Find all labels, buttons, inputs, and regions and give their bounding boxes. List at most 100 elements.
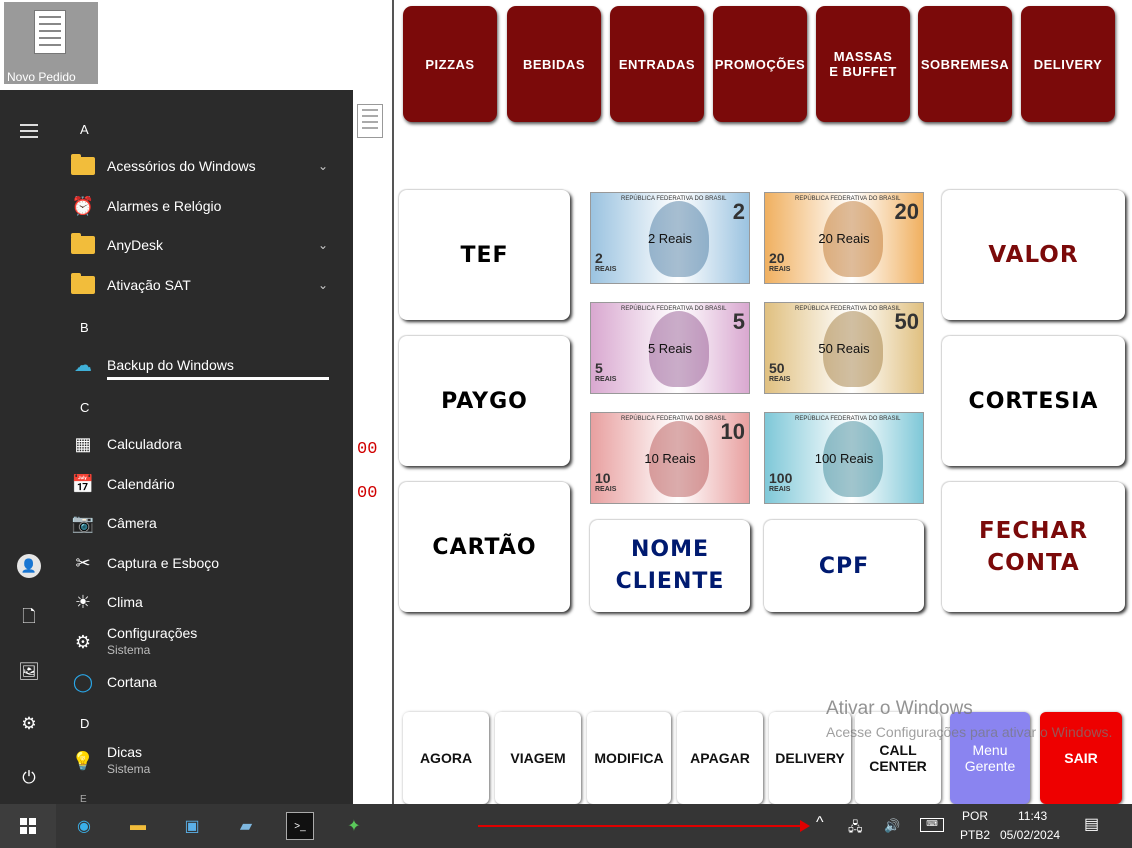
note-header: REPÚBLICA FEDERATIVA DO BRASIL [795,196,901,202]
note-header: REPÚBLICA FEDERATIVA DO BRASIL [621,196,727,202]
activation-watermark-title: Ativar o Windows [826,698,973,719]
modifica-button[interactable]: MODIFICA [587,712,671,804]
network-icon[interactable]: 🖧 [848,818,863,840]
app-cortana[interactable]: ◯ Cortana [70,665,340,699]
note-header: REPÚBLICA FEDERATIVA DO BRASIL [795,306,901,312]
app-calendario[interactable]: 📅 Calendário [70,467,340,501]
novo-pedido-desktop-icon[interactable]: Novo Pedido [4,2,98,84]
clock-icon: ⏰ [71,195,95,216]
category-delivery-button[interactable]: DELIVERY [1021,6,1115,122]
app-acessorios[interactable]: Acessórios do Windows ⌄ [70,149,340,183]
note-label: 2 Reais [647,231,693,246]
nome-cliente-button[interactable]: NOME CLIENTE [590,520,750,612]
note-5-reais-button[interactable]: REPÚBLICA FEDERATIVA DO BRASIL 5 5 REAIS … [590,302,750,394]
category-massas-button[interactable]: MASSAS E BUFFET [816,6,910,122]
cloud-upload-icon: ☁ [74,354,92,375]
folder-icon [70,272,96,298]
note-value: 5 [732,309,745,334]
note-small-value: 20 REAIS [769,250,791,273]
app-configuracoes[interactable]: ⚙ Configurações Sistema [70,625,340,659]
app-dicas[interactable]: 💡 Dicas Sistema [70,744,340,778]
category-pizzas-button[interactable]: PIZZAS [403,6,497,122]
category-entradas-button[interactable]: ENTRADAS [610,6,704,122]
agora-button[interactable]: AGORA [403,712,489,804]
note-label: 100 Reais [814,451,874,466]
app-label: Acessórios do Windows [107,158,256,174]
app-label: Cortana [107,674,157,690]
paygo-button[interactable]: PAYGO [399,336,570,466]
windows-start-button[interactable] [0,804,56,848]
app-captura[interactable]: ✂ Captura e Esboço [70,546,340,580]
note-50-reais-button[interactable]: REPÚBLICA FEDERATIVA DO BRASIL 50 50 REAI… [764,302,924,394]
hamburger-menu-icon[interactable] [20,124,38,142]
clock-date[interactable]: 05/02/2024 [1000,828,1060,842]
letter-header-c[interactable]: C [80,400,89,415]
app-label: Calendário [107,476,175,492]
chevron-down-icon[interactable]: ⌄ [318,159,328,173]
red-annotation-arrow [478,820,810,832]
letter-header-d[interactable]: D [80,716,89,731]
taskbar: ◉ ▬ ▣ ▰ >_ ✦ ^ 🖧 🔊 ⌨ POR PTB2 11:43 05/0… [0,804,1132,848]
chevron-down-icon[interactable]: ⌄ [318,278,328,292]
camera-icon: 📷 [71,512,95,533]
pictures-icon[interactable]: 🖼 [17,660,41,684]
app-alarmes[interactable]: ⏰ Alarmes e Relógio [70,189,340,223]
viagem-button[interactable]: VIAGEM [495,712,581,804]
windows-logo-icon [20,818,36,834]
input-language-bottom[interactable]: PTB2 [960,828,990,842]
cortesia-button[interactable]: CORTESIA [942,336,1125,466]
settings-gear-icon[interactable]: ⚙ [17,712,41,736]
chevron-down-icon[interactable]: ⌄ [318,238,328,252]
app-ativacao-sat[interactable]: Ativação SAT ⌄ [70,268,340,302]
touch-keyboard-icon[interactable]: ⌨ [920,818,944,832]
file-explorer-icon[interactable]: ▬ [124,812,152,840]
power-icon[interactable]: ⏻ [17,766,41,790]
app-camera[interactable]: 📷 Câmera [70,506,340,540]
note-small-value: 100 REAIS [769,470,793,493]
letter-header-a[interactable]: A [80,122,89,137]
note-header: REPÚBLICA FEDERATIVA DO BRASIL [621,306,727,312]
terminal-icon[interactable]: >_ [286,812,314,840]
category-promocoes-button[interactable]: PROMOÇÕES [713,6,807,122]
cartao-button[interactable]: CARTÃO [399,482,570,612]
tef-button[interactable]: TEF [399,190,570,320]
fechar-conta-button[interactable]: FECHAR CONTA [942,482,1125,612]
cpf-button[interactable]: CPF [764,520,924,612]
volume-icon[interactable]: 🔊 [884,818,900,834]
app-clima[interactable]: ☀ Clima [70,585,340,619]
edge-icon[interactable]: ◉ [70,812,98,840]
valor-button[interactable]: VALOR [942,190,1125,320]
note-label: 20 Reais [818,231,870,246]
app-label: Câmera [107,515,157,531]
calculator-icon: ▦ [74,433,92,454]
note-10-reais-button[interactable]: REPÚBLICA FEDERATIVA DO BRASIL 10 10 REAI… [590,412,750,504]
remote-desktop-icon[interactable]: ▰ [232,812,260,840]
app-label: Dicas [107,744,143,760]
note-100-reais-button[interactable]: REPÚBLICA FEDERATIVA DO BRASIL 100 REAIS … [764,412,924,504]
pdv-app-icon[interactable]: ✦ [340,812,368,840]
note-label: 10 Reais [644,451,696,466]
note-header: REPÚBLICA FEDERATIVA DO BRASIL [795,416,901,422]
app-calculadora[interactable]: ▦ Calculadora [70,427,340,461]
note-2-reais-button[interactable]: REPÚBLICA FEDERATIVA DO BRASIL 2 2 REAIS … [590,192,750,284]
user-avatar-icon[interactable]: 👤 [17,554,41,578]
apagar-button[interactable]: APAGAR [677,712,763,804]
note-20-reais-button[interactable]: REPÚBLICA FEDERATIVA DO BRASIL 20 20 REAI… [764,192,924,284]
app-label: Calculadora [107,436,182,452]
note-value: 2 [732,199,745,224]
note-small-value: 5 REAIS [595,360,617,383]
documents-icon[interactable]: 🗋 [17,606,41,630]
category-sobremesa-button[interactable]: SOBREMESA [918,6,1012,122]
notifications-icon[interactable]: ▤ [1084,814,1099,834]
folder-icon [70,153,96,179]
note-value: 20 [894,199,919,224]
show-hidden-icons-chevron-icon[interactable]: ^ [816,814,824,832]
input-language-top[interactable]: POR [962,809,988,823]
app-label: Backup do Windows [107,357,234,373]
letter-header-b[interactable]: B [80,320,89,335]
app-anydesk[interactable]: AnyDesk ⌄ [70,228,340,262]
category-bebidas-button[interactable]: BEBIDAS [507,6,601,122]
clock-time[interactable]: 11:43 [1018,809,1047,823]
app-window-icon[interactable]: ▣ [178,812,206,840]
app-label: Clima [107,594,143,610]
